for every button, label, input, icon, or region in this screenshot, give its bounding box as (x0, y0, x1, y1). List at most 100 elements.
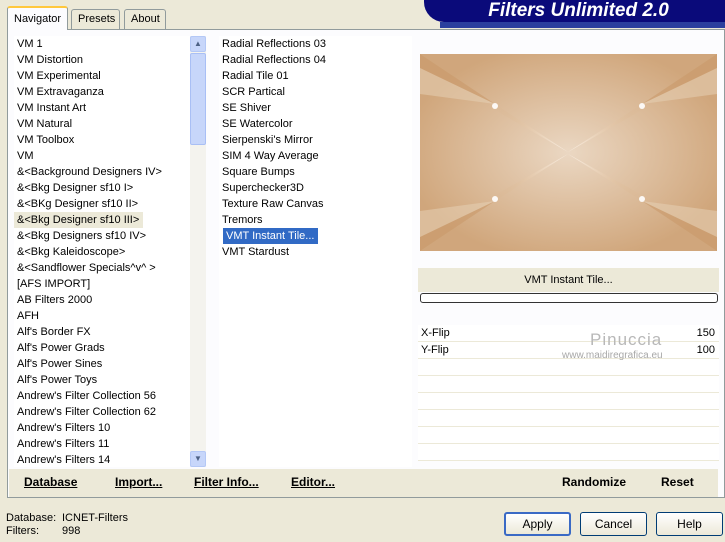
tab-about[interactable]: About (124, 9, 166, 29)
database-value: ICNET-Filters (62, 512, 128, 524)
list-item-label: VM (17, 150, 34, 162)
list-item-label: Alf's Border FX (17, 326, 91, 338)
category-list[interactable]: VM 1 VM Distortion VM Experimental VM Extra… (14, 36, 190, 467)
filter-item[interactable]: Superchecker3D (219, 180, 412, 196)
list-item-label: &<Bkg Kaleidoscope> (17, 246, 126, 258)
category-scrollbar[interactable]: ▲ ▼ (190, 36, 206, 467)
reset-button[interactable]: Reset (661, 475, 694, 489)
category-item[interactable]: Andrew's Filters 11 (14, 436, 190, 452)
list-item-label: &<Bkg Designer sf10 I> (17, 182, 134, 194)
category-item[interactable]: &<Sandflower Specials^v^ > (14, 260, 190, 276)
filter-item[interactable]: Texture Raw Canvas (219, 196, 412, 212)
list-item-label: &<Sandflower Specials^v^ > (17, 262, 156, 274)
list-item-label: &<BKg Designer sf10 II> (17, 198, 139, 210)
watermark-title: Pinuccia (590, 330, 663, 349)
category-item[interactable]: Alf's Power Toys (14, 372, 190, 388)
filter-item[interactable]: Tremors (219, 212, 412, 228)
category-item[interactable]: Andrew's Filters 10 (14, 420, 190, 436)
category-item[interactable]: Andrew's Filters 14 (14, 452, 190, 467)
editor-link-label: Editor... (291, 475, 336, 489)
category-item[interactable]: VM Toolbox (14, 132, 190, 148)
filter-item[interactable]: Square Bumps (219, 164, 412, 180)
param-value: 150 (696, 327, 715, 339)
category-item[interactable]: VM Experimental (14, 68, 190, 84)
category-item[interactable]: [AFS IMPORT] (14, 276, 190, 292)
list-item-label: Andrew's Filters 14 (17, 454, 111, 466)
banner-stripe (440, 22, 725, 28)
category-item[interactable]: VM Natural (14, 116, 190, 132)
list-item-label: Square Bumps (222, 166, 295, 178)
apply-button[interactable]: Apply (504, 512, 571, 536)
category-item[interactable]: &<Bkg Kaleidoscope> (14, 244, 190, 260)
database-link[interactable]: Database (24, 475, 77, 489)
param-row-empty (418, 427, 719, 444)
progress-bar (420, 293, 718, 303)
filter-item[interactable]: Radial Reflections 04 (219, 52, 412, 68)
import-link-label: Import... (115, 475, 163, 489)
filter-item[interactable]: SCR Partical (219, 84, 412, 100)
category-item[interactable]: Alf's Power Grads (14, 340, 190, 356)
filter-item[interactable]: SE Shiver (219, 100, 412, 116)
category-item[interactable]: &<Bkg Designers sf10 IV> (14, 228, 190, 244)
category-item[interactable]: AFH (14, 308, 190, 324)
filter-item[interactable]: Radial Tile 01 (219, 68, 412, 84)
scroll-down-button[interactable]: ▼ (190, 451, 206, 467)
filter-item[interactable]: VMT Stardust (219, 244, 412, 260)
param-name: Y-Flip (421, 344, 449, 356)
category-item[interactable]: VM 1 (14, 36, 190, 52)
filter-item[interactable]: VMT Instant Tile... (219, 228, 412, 244)
category-item[interactable]: &<BKg Designer sf10 II> (14, 196, 190, 212)
category-item[interactable]: Andrew's Filter Collection 62 (14, 404, 190, 420)
database-link-label: Database (24, 475, 78, 489)
parameter-list: X-Flip 150 Y-Flip 100 (418, 325, 719, 461)
filter-item[interactable]: SIM 4 Way Average (219, 148, 412, 164)
tab-navigator[interactable]: Navigator (7, 6, 68, 30)
list-item-label: AB Filters 2000 (17, 294, 93, 306)
scroll-thumb[interactable] (190, 53, 206, 145)
list-item-label: SIM 4 Way Average (222, 150, 319, 162)
category-item[interactable]: AB Filters 2000 (14, 292, 190, 308)
list-item-label: Alf's Power Sines (17, 358, 103, 370)
filter-item[interactable]: Radial Reflections 03 (219, 36, 412, 52)
category-item[interactable]: VM Distortion (14, 52, 190, 68)
cancel-button[interactable]: Cancel (580, 512, 647, 536)
category-item[interactable]: &<Background Designers IV> (14, 164, 190, 180)
category-item[interactable]: VM (14, 148, 190, 164)
list-item-label: &<Bkg Designer sf10 III> (14, 212, 144, 228)
database-label: Database: (6, 512, 57, 524)
tab-presets[interactable]: Presets (71, 9, 120, 29)
filters-count-value: 998 (62, 525, 81, 537)
category-item[interactable]: VM Extravaganza (14, 84, 190, 100)
filter-info-link[interactable]: Filter Info... (194, 475, 259, 489)
list-item-label: AFH (17, 310, 39, 322)
param-row-empty (418, 393, 719, 410)
category-item[interactable]: VM Instant Art (14, 100, 190, 116)
list-item-label: VMT Stardust (222, 246, 290, 258)
list-item-label: Radial Tile 01 (222, 70, 289, 82)
list-item-label: Sierpenski's Mirror (222, 134, 313, 146)
category-item[interactable]: Alf's Power Sines (14, 356, 190, 372)
filter-list[interactable]: Radial Reflections 03 Radial Reflections … (219, 36, 412, 467)
list-item-label: SE Shiver (222, 102, 271, 114)
scroll-up-button[interactable]: ▲ (190, 36, 206, 52)
editor-link[interactable]: Editor... (291, 475, 335, 489)
category-item[interactable]: &<Bkg Designer sf10 I> (14, 180, 190, 196)
filter-item[interactable]: Sierpenski's Mirror (219, 132, 412, 148)
list-item-label: Texture Raw Canvas (222, 198, 324, 210)
import-link[interactable]: Import... (115, 475, 162, 489)
list-item-label: VM Instant Art (17, 102, 87, 114)
help-button[interactable]: Help (656, 512, 723, 536)
randomize-button[interactable]: Randomize (562, 475, 626, 489)
list-item-label: Alf's Power Toys (17, 374, 98, 386)
param-row-empty (418, 359, 719, 376)
list-item-label: VM Experimental (17, 70, 101, 82)
app-title-banner: Filters Unlimited 2.0 (424, 0, 725, 22)
param-row-empty (418, 444, 719, 461)
filter-item[interactable]: SE Watercolor (219, 116, 412, 132)
param-row-x-flip[interactable]: X-Flip 150 (418, 325, 719, 342)
category-item[interactable]: Alf's Border FX (14, 324, 190, 340)
list-item-label: SCR Partical (222, 86, 285, 98)
watermark-url: www.maidiregrafica.eu (562, 350, 663, 361)
category-item[interactable]: Andrew's Filter Collection 56 (14, 388, 190, 404)
category-item[interactable]: &<Bkg Designer sf10 III> (14, 212, 190, 228)
